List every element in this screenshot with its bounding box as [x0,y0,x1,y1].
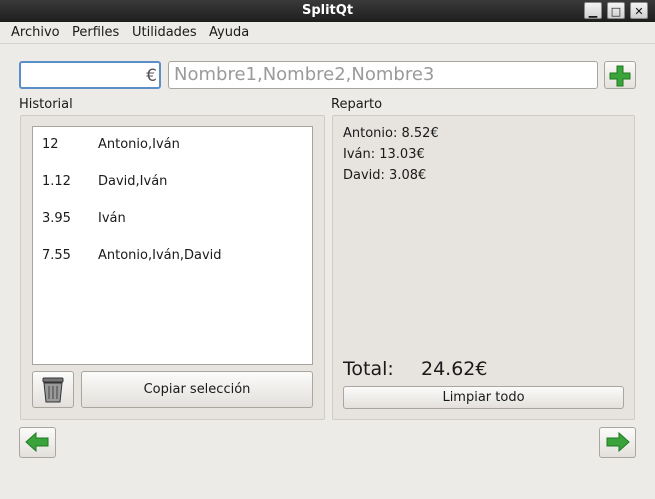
forward-button[interactable] [599,427,636,458]
history-names: David,Iván [98,174,168,189]
menu-archivo[interactable]: Archivo [11,25,60,40]
arrow-left-icon [25,431,49,453]
history-list[interactable]: 12 Antonio,Iván 1.12 David,Iván 3.95 Ivá… [32,126,313,365]
history-names: Iván [98,211,126,226]
total-value: 24.62€ [421,358,488,380]
reparto-line: David: 3.08€ [343,168,427,183]
reparto-line: Iván: 13.03€ [343,147,425,162]
menu-perfiles[interactable]: Perfiles [72,25,119,40]
history-amount: 1.12 [42,174,71,189]
add-button[interactable] [604,61,636,89]
reparto-label: Reparto [331,97,383,112]
menu-bar: Archivo Perfiles Utilidades Ayuda [0,22,655,44]
history-names: Antonio,Iván [98,137,180,152]
history-amount: 3.95 [42,211,71,226]
title-bar: SplitQt ▁ □ ✕ [0,0,655,22]
history-row[interactable]: 7.55 Antonio,Iván,David [33,246,312,266]
window-title: SplitQt [301,3,354,18]
reparto-line: Antonio: 8.52€ [343,126,439,141]
amount-input[interactable]: € [19,61,161,89]
arrow-right-icon [606,431,630,453]
menu-ayuda[interactable]: Ayuda [209,25,249,40]
trash-icon [42,377,64,403]
history-names: Antonio,Iván,David [98,248,222,263]
history-amount: 7.55 [42,248,71,263]
names-input[interactable]: Nombre1,Nombre2,Nombre3 [168,61,598,89]
history-row[interactable]: 3.95 Iván [33,209,312,229]
history-row[interactable]: 1.12 David,Iván [33,172,312,192]
total-label: Total: [343,358,394,380]
delete-button[interactable] [32,371,74,408]
minimize-icon[interactable]: ▁ [584,2,602,19]
close-icon[interactable]: ✕ [630,2,648,19]
currency-symbol: € [146,66,157,86]
historial-label: Historial [19,97,73,112]
history-amount: 12 [42,137,59,152]
maximize-icon[interactable]: □ [607,2,625,19]
copy-selection-button[interactable]: Copiar selección [81,371,313,408]
clear-all-button[interactable]: Limpiar todo [343,386,624,409]
back-button[interactable] [19,427,56,458]
history-row[interactable]: 12 Antonio,Iván [33,135,312,155]
menu-utilidades[interactable]: Utilidades [132,25,197,40]
plus-icon [609,65,631,87]
names-placeholder: Nombre1,Nombre2,Nombre3 [174,64,435,85]
